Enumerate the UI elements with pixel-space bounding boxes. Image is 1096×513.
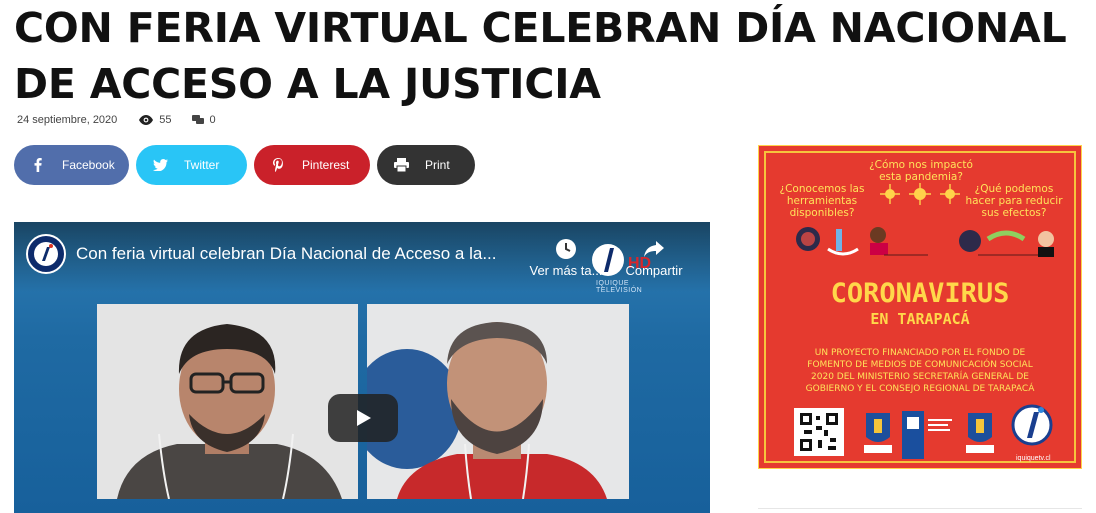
- ad-frame: ¿Cómo nos impactó esta pandemia? ¿Conoce…: [764, 151, 1076, 463]
- iquiquetv-logo: [1010, 403, 1054, 451]
- video-player[interactable]: Con feria virtual celebran Día Nacional …: [14, 222, 710, 513]
- clock-icon: [556, 239, 576, 259]
- ad-headline: CORONAVIRUS: [830, 278, 1010, 309]
- qr-code: [794, 408, 844, 456]
- virus-icons: [880, 183, 960, 205]
- person-right-image: [367, 304, 629, 499]
- comments-value: 0: [209, 114, 216, 126]
- channel-logo-icon: [34, 242, 58, 266]
- pinterest-icon: [270, 157, 286, 173]
- person-left-image: [97, 304, 358, 499]
- qr-code-icon: [799, 412, 839, 452]
- ad-question-reduce: ¿Qué podemos hacer para reducir sus efec…: [965, 183, 1063, 219]
- facebook-label: Facebook: [62, 158, 115, 172]
- twitter-icon: [152, 157, 168, 173]
- video-participant-right: [367, 304, 629, 499]
- watch-later-label: Ver más ta...: [529, 263, 603, 278]
- pinterest-share-button[interactable]: Pinterest: [254, 145, 370, 185]
- article-meta: 24 septiembre, 2020 55 0: [17, 112, 216, 128]
- ad-subheadline: EN TARAPACÁ: [870, 310, 970, 328]
- article-date: 24 septiembre, 2020: [17, 114, 118, 126]
- video-share-label: Compartir: [625, 263, 683, 278]
- eye-icon: [139, 115, 154, 125]
- ad-question-tools: ¿Conocemos las herramientas disponibles?: [779, 183, 865, 219]
- comment-icon: [191, 115, 204, 124]
- channel-avatar[interactable]: [26, 234, 66, 274]
- core-shield-icon: [864, 413, 892, 453]
- views-value: 55: [159, 114, 172, 126]
- regional-shield-icon: [966, 413, 994, 453]
- gobierno-chile-icon: [902, 411, 956, 459]
- ad-site-url: iquiquetv.cl: [1016, 455, 1051, 462]
- ministerio-logo: [902, 411, 956, 459]
- ad-illustrations: [796, 227, 1054, 257]
- video-share-button[interactable]: Compartir: [624, 238, 684, 278]
- share-arrow-icon: [644, 241, 664, 257]
- twitter-label: Twitter: [184, 158, 220, 172]
- pinterest-label: Pinterest: [302, 158, 350, 172]
- article-title: CON FERIA VIRTUAL CELEBRAN DÍA NACIONAL …: [14, 4, 1067, 108]
- watermark-label: IQUIQUE TELEVISIÓN: [596, 280, 643, 294]
- video-participant-left: [97, 304, 358, 499]
- sidebar-ad-banner[interactable]: ¿Cómo nos impactó esta pandemia? ¿Conoce…: [758, 145, 1082, 469]
- ad-question-impact: ¿Cómo nos impactó esta pandemia?: [869, 159, 973, 183]
- sidebar-divider: [758, 508, 1082, 509]
- core-tarapaca-logo: [862, 411, 894, 455]
- iquiquetv-logo-icon: [1011, 404, 1053, 446]
- twitter-share-button[interactable]: Twitter: [136, 145, 247, 185]
- facebook-share-button[interactable]: Facebook: [14, 145, 129, 185]
- print-button[interactable]: Print: [377, 145, 475, 185]
- share-bar: Facebook Twitter Pinterest Print: [14, 145, 482, 185]
- watch-later-button[interactable]: Ver más ta...: [526, 238, 606, 278]
- comments-count[interactable]: 0: [191, 114, 216, 126]
- print-label: Print: [425, 158, 450, 172]
- printer-icon: [393, 157, 409, 173]
- views-count: 55: [139, 114, 172, 126]
- gobierno-regional-logo: [964, 411, 996, 455]
- facebook-icon: [30, 157, 46, 173]
- play-icon: [357, 410, 371, 426]
- video-title[interactable]: Con feria virtual celebran Día Nacional …: [76, 244, 497, 264]
- ad-funding-text: UN PROYECTO FINANCIADO POR EL FONDO DE F…: [805, 348, 1035, 394]
- play-button[interactable]: [328, 394, 398, 442]
